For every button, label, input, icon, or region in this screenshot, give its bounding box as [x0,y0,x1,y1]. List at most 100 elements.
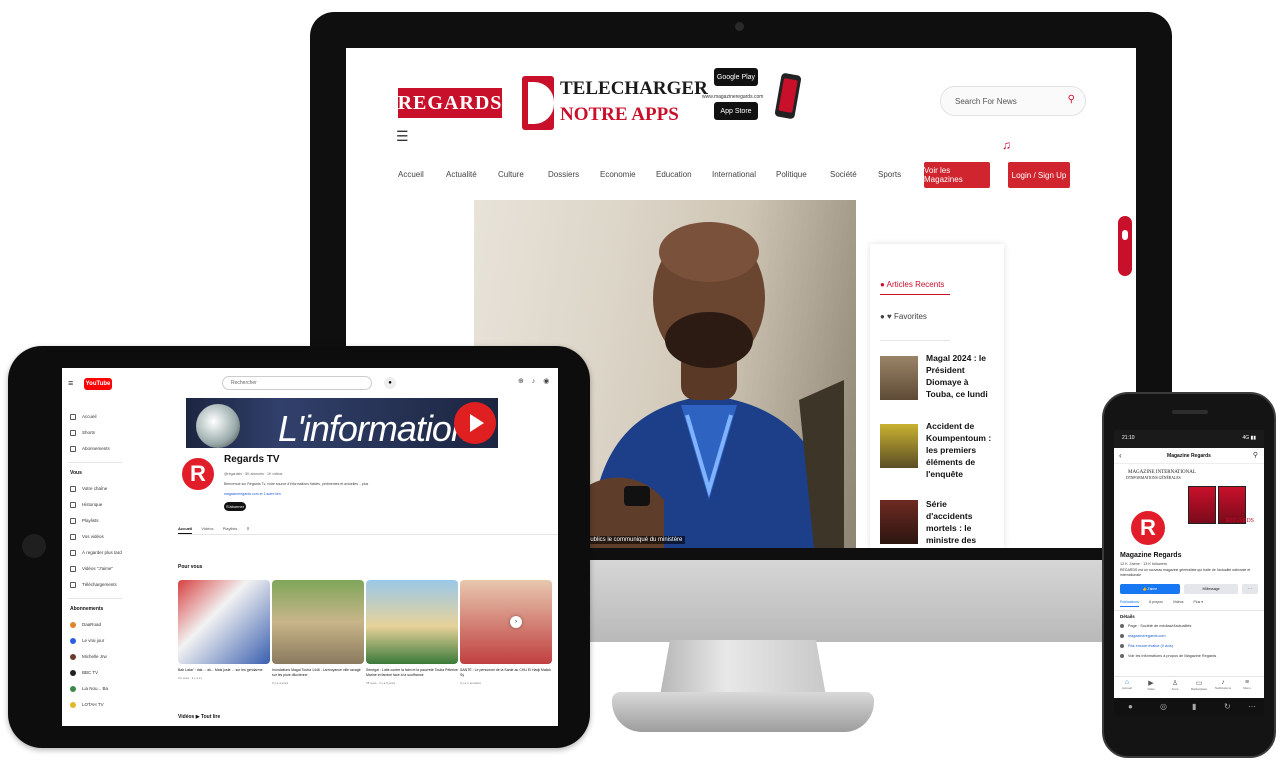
video-thumbnail[interactable] [272,580,364,664]
nav-item-dossiers[interactable]: Dossiers [548,170,579,179]
sidebar-head-vous[interactable]: Vous [70,470,82,476]
subscription-item[interactable]: DaaRoad [70,622,101,628]
sidebar-item-historique[interactable]: Historique [70,502,102,508]
sidebar-item-videos-jaime[interactable]: Vidéos "J'aime" [70,566,113,572]
system-refresh-icon[interactable]: ↻ [1224,702,1231,711]
sidebar-item-accueil[interactable]: Accueil [70,414,97,420]
tab-accueil[interactable]: Accueil [178,526,193,534]
detail-row-about[interactable]: Voir les informations à propos de Magazi… [1120,654,1216,658]
tab-videos[interactable]: Vidéos [1173,600,1184,604]
sidebar-item-votre-chaine[interactable]: Votre chaîne [70,486,107,492]
nav-item-education[interactable]: Education [656,170,692,179]
nav-item-accueil[interactable]: Accueil [398,170,424,179]
subscription-item[interactable]: LOTAH TV [70,702,104,708]
subscription-item[interactable]: Michelle Jrw [70,654,107,660]
subscription-item[interactable]: BBC TV [70,670,98,676]
subscription-item[interactable]: Le vrai jour [70,638,104,644]
video-thumbnail[interactable] [178,580,270,664]
nav-item-economie[interactable]: Economie [600,170,636,179]
page-stats[interactable]: 12 K J'aime · 13 K followers [1120,562,1167,566]
video-thumbnail[interactable] [366,580,458,664]
nav-home-icon[interactable]: ⌂ Accueil [1116,679,1138,690]
system-menu-icon[interactable]: ⋯ [1248,702,1256,711]
nav-item-sports[interactable]: Sports [878,170,901,179]
download-headline: TELECHARGER [560,78,708,99]
sidebar-item-vos-videos[interactable]: Vos vidéos [70,534,104,540]
tab-a-propos[interactable]: À propos [1149,600,1163,604]
channel-link[interactable]: magazineregards.com et 1 autre lien [224,492,281,496]
section-videos[interactable]: Vidéos ▶ Tout lire [178,714,220,720]
article-thumbnail[interactable] [880,356,918,400]
nav-notifications-icon[interactable]: ♪ Notifications [1212,679,1234,690]
article-title[interactable]: Accident de Koumpentoum : les premiers é… [926,420,994,480]
search-icon[interactable]: ⚲ [1253,451,1258,459]
app-store-badge[interactable]: App Store [714,102,758,120]
channel-description[interactable]: Bienvenue sur Regards Tv, votre source d… [224,482,404,486]
google-play-badge[interactable]: Google Play [714,68,758,86]
youtube-logo[interactable]: YouTube [84,378,112,390]
video-thumbnail[interactable] [460,580,552,664]
video-title[interactable]: Sénégal : Lutte contre la faim et la pau… [366,668,458,678]
carousel-next-icon[interactable]: › [510,616,522,628]
article-title[interactable]: Magal 2024 : le Président Diomaye à Toub… [926,352,994,400]
microphone-icon[interactable]: ● [384,377,396,389]
nav-item-societe[interactable]: Société [830,170,857,179]
video-card[interactable]: SANTÉ : Le personnel de la Santé au CHU … [460,580,552,685]
channel-search-icon[interactable]: ⚲ [246,526,249,531]
nav-item-politique[interactable]: Politique [776,170,807,179]
more-button[interactable]: ··· [1242,584,1258,594]
favorites-title[interactable]: ● ♥ Favorites [880,312,927,321]
article-thumbnail[interactable] [880,424,918,468]
channel-avatar[interactable]: R [180,456,216,492]
tab-plus[interactable]: Plus ▾ [1193,600,1203,604]
search-icon[interactable]: ⚲ [1068,94,1075,105]
system-app-icon[interactable]: ● [1128,702,1133,711]
system-browser-icon[interactable]: ◎ [1160,702,1167,711]
detail-row-rating[interactable]: Pas encore évalué (0 avis) [1120,644,1173,648]
channel-tabs: Accueil Vidéos Playlists ⚲ [178,526,257,534]
nav-video-icon[interactable]: ▶ Vidéo [1140,679,1162,691]
like-button[interactable]: 👍 J'aime [1120,584,1180,594]
youtube-search-input[interactable]: Rechercher [222,376,372,390]
floating-widget-pill[interactable] [1118,216,1132,276]
notification-bell-icon[interactable]: ♫ [1002,138,1011,152]
sidebar-item-abonnements[interactable]: Abonnements [70,446,110,452]
nav-marketplace-icon[interactable]: ▭ Marketplace [1188,679,1210,691]
detail-row-website[interactable]: magazineregards.com [1120,634,1166,638]
sidebar-item-shorts[interactable]: Shorts [70,430,95,436]
system-phone-icon[interactable]: ▮ [1192,702,1196,711]
nav-item-actualite[interactable]: Actualité [446,170,477,179]
magazines-button[interactable]: Voir les Magazines [924,162,990,188]
article-title[interactable]: Série d'accidents mortels : le ministre … [926,498,994,548]
page-avatar[interactable]: R [1128,508,1168,548]
tab-publications[interactable]: Publications [1120,600,1139,607]
nav-item-culture[interactable]: Culture [498,170,524,179]
video-card[interactable]: Bah Latar' : dak ... ak... Mais juste ..… [178,580,270,680]
video-title[interactable]: SANTÉ : Le personnel de la Santé au CHU … [460,668,552,678]
tab-videos[interactable]: Vidéos [201,526,213,531]
video-title[interactable]: Inondations Magal Touba 1446 : Larmoyanc… [272,668,364,678]
video-card[interactable]: Inondations Magal Touba 1446 : Larmoyanc… [272,580,364,685]
video-card[interactable]: Sénégal : Lutte contre la faim et la pau… [366,580,458,685]
nav-item-international[interactable]: International [712,170,756,179]
recent-articles-title[interactable]: ● Articles Recents [880,280,944,289]
article-thumbnail[interactable] [880,500,918,544]
nav-friends-icon[interactable]: ♙ Amis [1164,679,1186,691]
sidebar-head-abonnements: Abonnements [70,606,104,612]
sidebar-item-telechargements[interactable]: Téléchargements [70,582,117,588]
sidebar-item-playlists[interactable]: Playlists [70,518,99,524]
subscribe-button[interactable]: S'abonner [224,502,246,511]
youtube-top-icons[interactable]: ⊕ ♪ ◉ [518,377,552,385]
hamburger-menu-icon[interactable]: ☰ [396,128,409,145]
login-signup-button[interactable]: Login / Sign Up [1008,162,1070,188]
search-input[interactable]: Search For News ⚲ [940,86,1086,116]
tab-playlists[interactable]: Playlists [223,526,238,531]
message-button[interactable]: ✉ Message [1184,584,1238,594]
subscription-item[interactable]: Lia Nou... Ba [70,686,108,692]
monitor-camera [735,22,744,31]
site-logo[interactable]: REGARDS [398,88,502,118]
nav-menu-icon[interactable]: ≡ Menu [1236,679,1258,690]
youtube-menu-icon[interactable]: ≡ [68,378,73,388]
sidebar-item-a-regarder[interactable]: À regarder plus tard [70,550,122,556]
video-title[interactable]: Bah Latar' : dak ... ak... Mais juste ..… [178,668,270,673]
